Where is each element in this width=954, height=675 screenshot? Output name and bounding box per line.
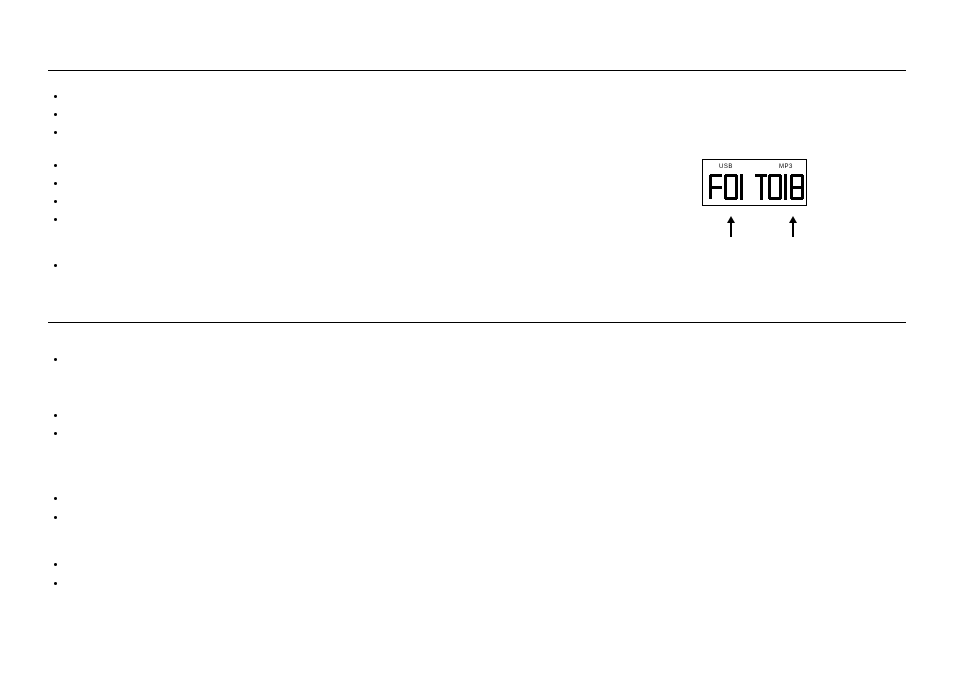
- up-arrow-stem: [730, 223, 732, 237]
- bullet: [54, 131, 57, 134]
- lcd-indicator-usb: USB: [719, 164, 733, 170]
- lcd-display: USB MP3 F01 T018: [702, 159, 807, 206]
- lcd-char-0: [768, 174, 782, 200]
- document-page: USB MP3 F01 T018: [0, 0, 954, 675]
- bullet: [54, 582, 57, 585]
- bullet: [54, 95, 57, 98]
- bullet: [54, 414, 57, 417]
- lcd-char-8: [790, 174, 804, 200]
- lcd-char-F: [709, 174, 723, 200]
- lcd-char-1: [783, 174, 789, 200]
- bullet: [54, 182, 57, 185]
- up-arrow-stem: [792, 223, 794, 237]
- bullet: [54, 113, 57, 116]
- bullet: [54, 164, 57, 167]
- lcd-char-0: [724, 174, 738, 200]
- bullet: [54, 497, 57, 500]
- bullet: [54, 264, 57, 267]
- lcd-char-T: [754, 174, 768, 200]
- bullet: [54, 218, 57, 221]
- lcd-indicator-mp3: MP3: [779, 164, 793, 170]
- up-arrow-icon: [789, 216, 797, 223]
- horizontal-rule-middle: [48, 322, 906, 323]
- lcd-char-1: [739, 174, 745, 200]
- bullet: [54, 432, 57, 435]
- bullet: [54, 563, 57, 566]
- bullet: [54, 516, 57, 519]
- up-arrow-icon: [727, 216, 735, 223]
- bullet: [54, 200, 57, 203]
- horizontal-rule-top: [48, 70, 906, 71]
- bullet: [54, 358, 57, 361]
